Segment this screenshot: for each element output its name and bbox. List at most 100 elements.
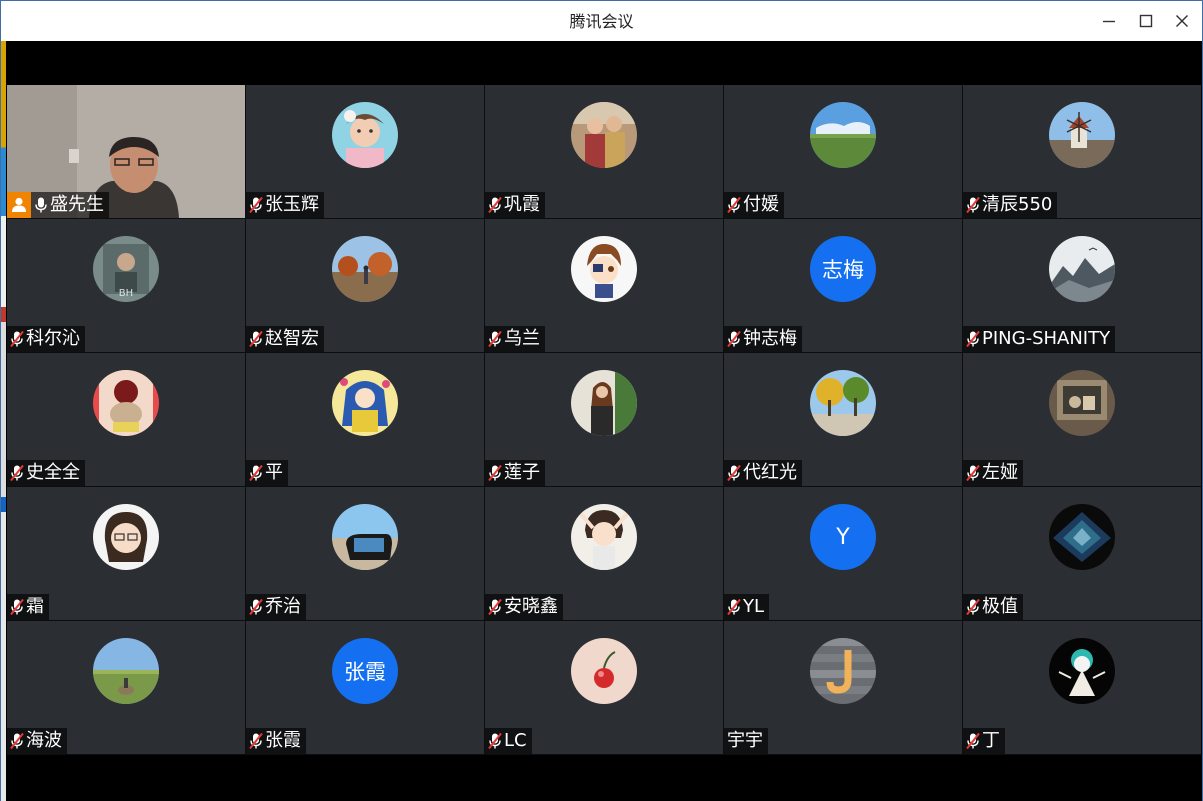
participant-tile[interactable]: BH 科尔沁: [7, 219, 245, 352]
mic-muted-icon: [249, 330, 263, 348]
participant-tile[interactable]: 丁: [963, 621, 1201, 754]
participant-tile[interactable]: 左娅: [963, 353, 1201, 486]
participant-name: 海波: [26, 730, 62, 751]
participant-avatar: [571, 236, 637, 302]
mic-muted-indicator: [247, 326, 265, 352]
participant-tile[interactable]: 平: [246, 353, 484, 486]
maximize-icon: [1139, 14, 1153, 28]
mic-on-icon: [35, 197, 47, 213]
mic-muted-icon: [966, 330, 980, 348]
mic-muted-indicator: [725, 326, 743, 352]
minimize-button[interactable]: [1091, 1, 1127, 41]
participant-tile[interactable]: 清辰550: [963, 85, 1201, 218]
participant-tile[interactable]: PING-SHANITY: [963, 219, 1201, 352]
participant-tile[interactable]: 乔治: [246, 487, 484, 620]
host-icon: [12, 197, 26, 212]
participant-tile[interactable]: 张霞 张霞: [246, 621, 484, 754]
mic-muted-indicator: [964, 460, 982, 486]
mic-muted-icon: [966, 732, 980, 750]
participant-avatar: [571, 504, 637, 570]
participant-tile[interactable]: 赵智宏: [246, 219, 484, 352]
participant-tile[interactable]: 代红光: [724, 353, 962, 486]
participant-tile[interactable]: 张玉辉: [246, 85, 484, 218]
participant-name: 乌兰: [504, 328, 540, 349]
background-desktop-edge: [1, 41, 6, 801]
participant-avatar: [571, 638, 637, 704]
participant-name: 乔治: [265, 596, 301, 617]
mic-muted-indicator: [8, 460, 26, 486]
mic-muted-icon: [10, 464, 24, 482]
participant-name: 史全全: [26, 462, 80, 483]
mic-muted-icon: [249, 732, 263, 750]
mic-muted-icon: [10, 330, 24, 348]
participant-name-bar: 左娅: [963, 460, 1023, 486]
mic-muted-indicator: [247, 460, 265, 486]
participant-name-bar: 霜: [7, 594, 49, 620]
participant-tile[interactable]: 盛先生: [7, 85, 245, 218]
meeting-window: 腾讯会议 盛先生 张玉辉 巩霞 付媛 清辰550 BH 科尔沁 赵智宏 乌兰 志梅 钟志梅 PING-…: [0, 0, 1203, 801]
participant-avatar: [332, 370, 398, 436]
mic-muted-icon: [727, 196, 741, 214]
svg-text:BH: BH: [119, 288, 133, 299]
mic-muted-icon: [488, 196, 502, 214]
mic-muted-indicator: [964, 192, 982, 218]
minimize-icon: [1103, 20, 1115, 23]
participant-name-bar: 史全全: [7, 460, 85, 486]
participant-avatar: [571, 370, 637, 436]
participant-name-bar: LC: [485, 728, 532, 754]
participant-tile[interactable]: Y YL: [724, 487, 962, 620]
participant-avatar: BH: [93, 236, 159, 302]
mic-muted-indicator: [247, 594, 265, 620]
mic-muted-icon: [966, 598, 980, 616]
participant-avatar: [1049, 370, 1115, 436]
participant-avatar: [332, 102, 398, 168]
participant-tile[interactable]: 宇宇: [724, 621, 962, 754]
mic-muted-icon: [249, 598, 263, 616]
participant-tile[interactable]: 史全全: [7, 353, 245, 486]
participant-tile[interactable]: 莲子: [485, 353, 723, 486]
mic-muted-indicator: [486, 728, 504, 754]
mic-muted-icon: [966, 464, 980, 482]
title-bar[interactable]: 腾讯会议: [1, 1, 1202, 41]
participant-name-bar: 代红光: [724, 460, 802, 486]
participant-name: 莲子: [504, 462, 540, 483]
mic-muted-indicator: [486, 594, 504, 620]
mic-muted-icon: [488, 598, 502, 616]
participant-name-bar: 乌兰: [485, 326, 545, 352]
participant-avatar: [1049, 504, 1115, 570]
participant-avatar: [332, 236, 398, 302]
mic-muted-indicator: [247, 192, 265, 218]
participant-name: 极值: [982, 596, 1018, 617]
participant-name: 霜: [26, 596, 44, 617]
participant-name: YL: [743, 596, 765, 617]
participant-tile[interactable]: 志梅 钟志梅: [724, 219, 962, 352]
participant-tile[interactable]: 巩霞: [485, 85, 723, 218]
maximize-button[interactable]: [1128, 1, 1164, 41]
participant-avatar: 张霞: [332, 638, 398, 704]
participant-tile[interactable]: 霜: [7, 487, 245, 620]
participant-name: 付媛: [743, 194, 779, 215]
participant-tile[interactable]: 海波: [7, 621, 245, 754]
mic-muted-icon: [488, 330, 502, 348]
participant-tile[interactable]: 安晓鑫: [485, 487, 723, 620]
participant-name: 清辰550: [982, 194, 1053, 215]
mic-muted-icon: [249, 464, 263, 482]
mic-muted-icon: [727, 598, 741, 616]
participant-tile[interactable]: LC: [485, 621, 723, 754]
close-icon: [1176, 15, 1188, 27]
mic-muted-indicator: [8, 728, 26, 754]
mic-muted-indicator: [8, 326, 26, 352]
participant-tile[interactable]: 乌兰: [485, 219, 723, 352]
participant-tile[interactable]: 极值: [963, 487, 1201, 620]
close-button[interactable]: [1164, 1, 1200, 41]
participant-name-bar: 丁: [963, 728, 1005, 754]
mic-muted-icon: [727, 330, 741, 348]
participant-avatar: [332, 504, 398, 570]
participant-name: 安晓鑫: [504, 596, 558, 617]
participant-name-bar: PING-SHANITY: [963, 326, 1116, 352]
participant-tile[interactable]: 付媛: [724, 85, 962, 218]
mic-muted-icon: [966, 196, 980, 214]
mic-muted-indicator: [964, 326, 982, 352]
participant-name-bar: 科尔沁: [7, 326, 85, 352]
participant-name: 张玉辉: [265, 194, 319, 215]
